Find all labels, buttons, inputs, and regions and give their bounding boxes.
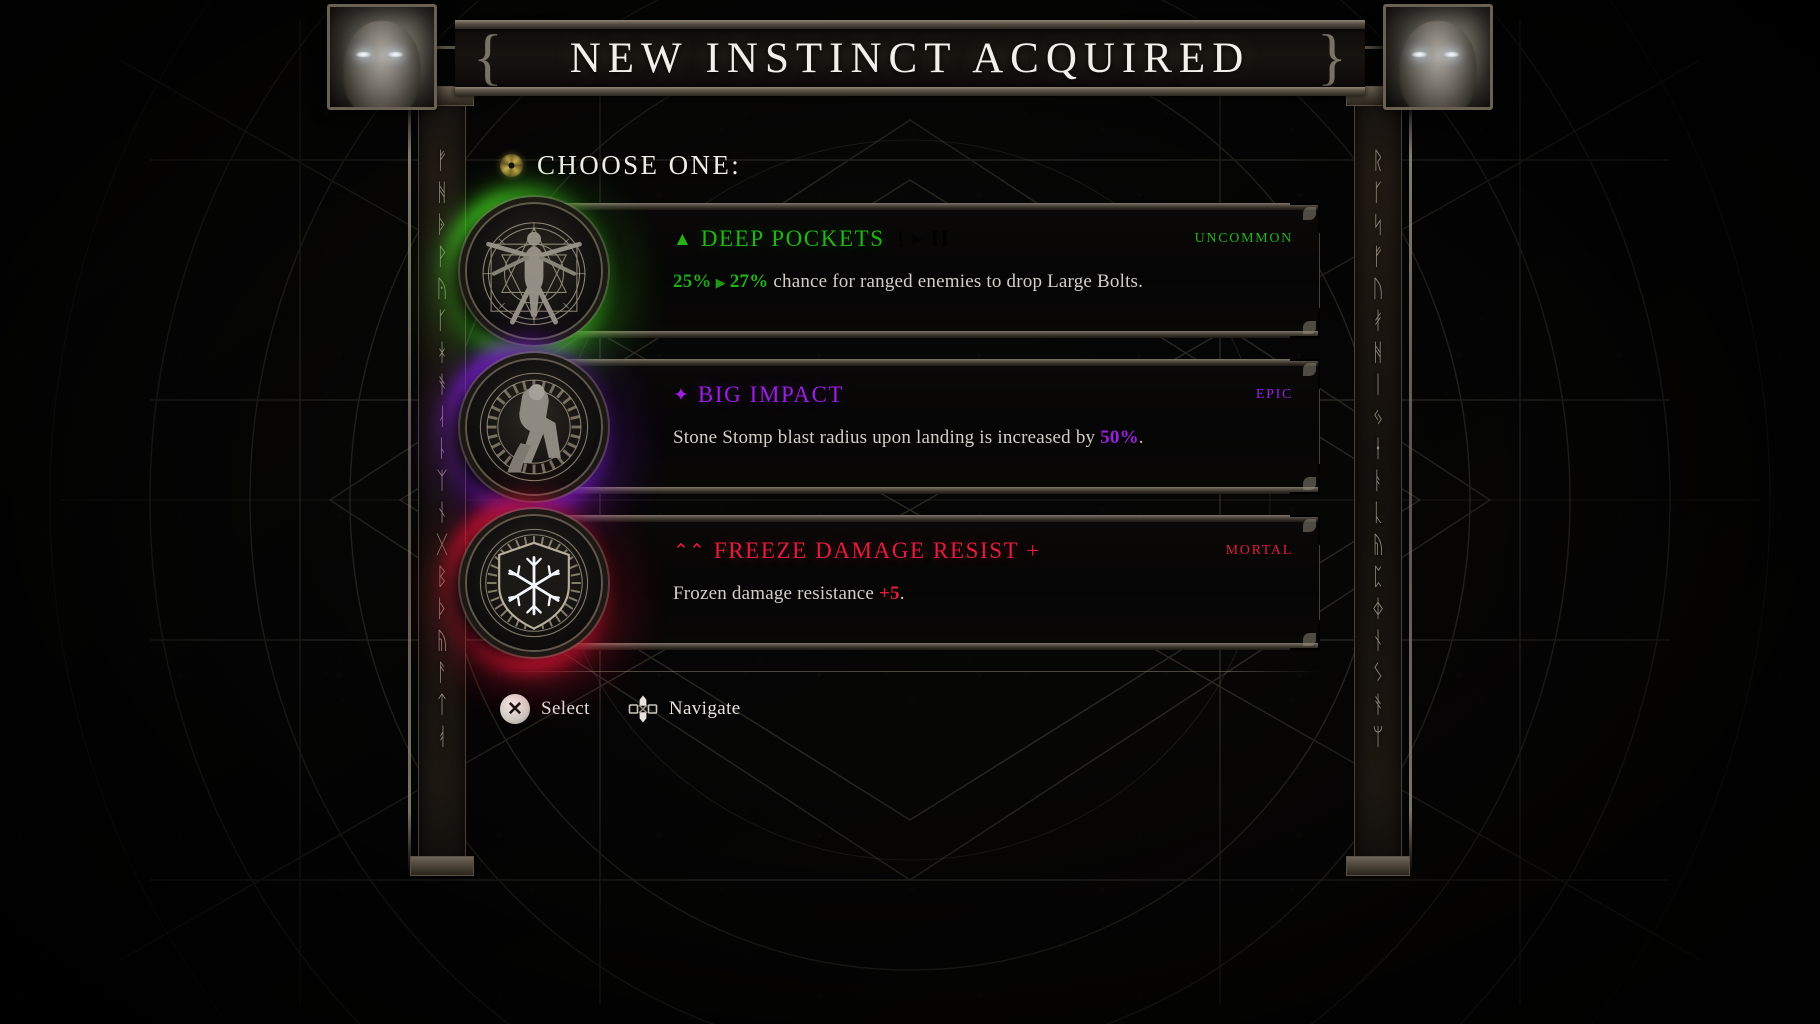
rune-glyph: ᚱ xyxy=(1372,147,1384,175)
stone-face-right-icon xyxy=(1383,4,1493,110)
desc-segment: +5 xyxy=(879,583,900,604)
main-content: CHOOSE ONE: ▲ DEEP POCKETS I ▶ II UNCOMM… xyxy=(445,150,1320,724)
rune-glyph: ᚴ xyxy=(436,307,448,335)
card-rank-from: I xyxy=(896,226,906,251)
rune-glyph: ᚬ xyxy=(436,371,448,399)
card-header-row: ⌃⌃ FREEZE DAMAGE RESIST + MORTAL xyxy=(673,538,1293,564)
rune-glyph: ᛃ xyxy=(1372,403,1384,431)
instinct-card-deep-pockets[interactable]: ▲ DEEP POCKETS I ▶ II UNCOMMON 25% ▶ 27% c… xyxy=(445,181,1320,360)
desc-segment: Frozen damage resistance xyxy=(673,583,879,604)
rune-glyph: ᚠ xyxy=(1372,243,1384,271)
card-title: DEEP POCKETS xyxy=(700,226,885,251)
card-header-row: ✦ BIG IMPACT EPIC xyxy=(673,382,1293,408)
card-header-row: ▲ DEEP POCKETS I ▶ II UNCOMMON xyxy=(673,226,1293,252)
card-title: FREEZE DAMAGE RESIST + xyxy=(713,538,1041,563)
instinct-card-freeze-damage-resist[interactable]: ⌃⌃ FREEZE DAMAGE RESIST + MORTAL Frozen … xyxy=(445,493,1320,672)
right-rune-list: ᚱᚴᛋᚠᚢᚯᚻᛁᛃᚽᚭᚳᚥᛈᛄᚾᛊᚬᛘ xyxy=(1355,110,1401,852)
card-medallion xyxy=(445,181,623,360)
card-corner-br xyxy=(1290,620,1320,650)
cross-button-icon: ✕ xyxy=(500,694,530,724)
desc-segment: 25% xyxy=(673,271,712,292)
card-body: ▲ DEEP POCKETS I ▶ II UNCOMMON 25% ▶ 27% c… xyxy=(673,204,1319,295)
rune-glyph: ᚳ xyxy=(1372,499,1384,527)
vitruvian-man-icon xyxy=(467,203,601,338)
card-tier-icon: ✦ xyxy=(673,384,689,406)
rune-glyph: ᚥ xyxy=(1372,531,1384,559)
page-title: NEW INSTINCT ACQUIRED xyxy=(569,34,1251,82)
card-tier-icon: ⌃⌃ xyxy=(673,540,705,562)
rune-glyph: ᚯ xyxy=(1372,307,1384,335)
left-outer-rail xyxy=(408,92,411,874)
desc-arrow-icon: ▶ xyxy=(715,275,726,290)
dpad-icon xyxy=(628,694,658,724)
desc-segment: 27% xyxy=(729,271,769,292)
control-navigate-label: Navigate xyxy=(668,698,741,719)
rune-glyph: ᚼ xyxy=(436,339,448,367)
right-rune-column: ᚱᚴᛋᚠᚢᚯᚻᛁᛃᚽᚭᚳᚥᛈᛄᚾᛊᚬᛘ xyxy=(1346,86,1410,876)
card-rarity-badge: MORTAL xyxy=(1225,543,1293,558)
rosette-icon xyxy=(500,154,523,177)
rune-glyph: ᚥ xyxy=(436,627,448,655)
kneeling-knight-icon xyxy=(467,359,601,494)
card-rarity-badge: UNCOMMON xyxy=(1194,231,1293,246)
card-corner-br xyxy=(1290,308,1320,338)
rune-glyph: ᚮ xyxy=(436,723,448,751)
card-description: Stone Stomp blast radius upon landing is… xyxy=(673,425,1293,451)
right-outer-rail xyxy=(1409,92,1412,874)
instinct-card-big-impact[interactable]: ✦ BIG IMPACT EPIC Stone Stomp blast radi… xyxy=(445,337,1320,516)
instinct-card-list: ▲ DEEP POCKETS I ▶ II UNCOMMON 25% ▶ 27% c… xyxy=(445,181,1320,672)
card-tier-icon: ▲ xyxy=(673,228,692,250)
rune-glyph: ᚨ xyxy=(436,659,448,687)
rune-glyph: ᚽ xyxy=(1372,435,1384,463)
rune-glyph: ᛁ xyxy=(1372,371,1384,399)
rune-glyph: ᛏ xyxy=(436,691,448,719)
card-medallion xyxy=(445,493,623,672)
choose-one-label: CHOOSE ONE: xyxy=(537,150,742,180)
banner-brace-right-icon: { xyxy=(1317,23,1347,92)
rune-glyph: ᚴ xyxy=(1372,179,1384,207)
rune-glyph: ᚢ xyxy=(1372,275,1384,303)
rank-arrow-icon: ▶ xyxy=(912,231,924,246)
rune-glyph: ᛈ xyxy=(1372,563,1384,591)
instinct-selection-screen: ᚠᚻᚧᚹᚤᚴᚼᚬᛆᚿᛉᚾᚷᛒᚦᚥᚨᛏᚮ ᚱᚴᛋᚠᚢᚯᚻᛁᛃᚽᚭᚳᚥᛈᛄᚾᛊᚬᛘ … xyxy=(0,0,1820,1024)
desc-segment: chance for ranged enemies to drop Large … xyxy=(768,271,1144,292)
card-title: BIG IMPACT xyxy=(697,382,845,407)
card-medallion xyxy=(445,337,623,516)
rune-glyph: ᚾ xyxy=(1372,627,1384,655)
desc-segment: Stone Stomp blast radius upon landing is… xyxy=(673,427,1101,448)
snowflake-shield-icon xyxy=(467,515,601,650)
rune-glyph: ᛋ xyxy=(1372,211,1384,239)
control-navigate[interactable]: Navigate xyxy=(628,694,741,724)
card-description: Frozen damage resistance +5. xyxy=(673,581,1293,607)
card-rank-to: II xyxy=(930,226,951,251)
card-description: 25% ▶ 27% chance for ranged enemies to dro… xyxy=(673,269,1293,295)
rune-glyph: ᚠ xyxy=(436,147,448,175)
banner-brace-left-icon: { xyxy=(473,23,503,92)
card-corner-br xyxy=(1290,464,1320,494)
card-body: ⌃⌃ FREEZE DAMAGE RESIST + MORTAL Frozen … xyxy=(673,516,1319,607)
control-select[interactable]: ✕ Select xyxy=(500,694,590,724)
rune-glyph: ᚬ xyxy=(1372,691,1384,719)
rune-glyph: ᛊ xyxy=(1372,659,1384,687)
control-select-label: Select xyxy=(541,698,590,719)
card-rank-progression: I ▶ II xyxy=(897,226,951,252)
rune-glyph: ᚻ xyxy=(1372,339,1384,367)
rune-glyph: ᛘ xyxy=(1372,723,1384,751)
rune-glyph: ᚻ xyxy=(436,179,448,207)
desc-segment: 50% xyxy=(1100,427,1139,448)
rune-glyph: ᚭ xyxy=(1372,467,1384,495)
rune-glyph: ᛄ xyxy=(1372,595,1384,623)
rune-glyph: ᛉ xyxy=(436,467,448,495)
rune-glyph: ᚧ xyxy=(436,211,448,239)
desc-segment: . xyxy=(1138,427,1144,448)
choose-one-prompt: CHOOSE ONE: xyxy=(500,150,1320,181)
title-banner: { NEW INSTINCT ACQUIRED { xyxy=(455,20,1365,96)
stone-face-left-icon xyxy=(327,4,437,110)
rune-glyph: ᚷ xyxy=(436,531,448,559)
card-rarity-badge: EPIC xyxy=(1255,387,1293,402)
desc-segment: . xyxy=(899,583,905,604)
control-hints: ✕ Select Navigate xyxy=(500,672,1320,724)
card-body: ✦ BIG IMPACT EPIC Stone Stomp blast radi… xyxy=(673,360,1319,451)
rune-glyph: ᚾ xyxy=(436,499,448,527)
